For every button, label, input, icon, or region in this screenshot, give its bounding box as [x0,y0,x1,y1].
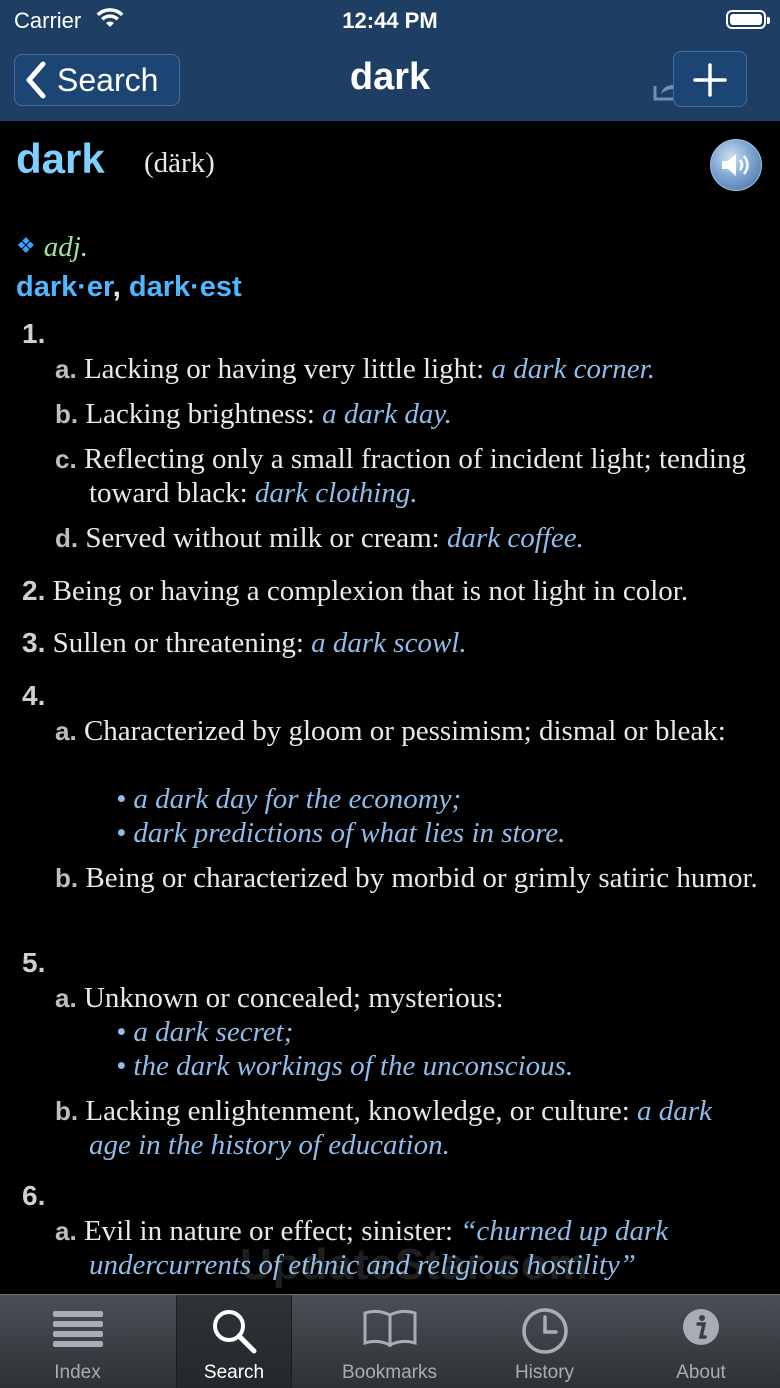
watermark: UpdateStar.com [240,1240,589,1289]
info-icon [683,1309,719,1345]
plus-icon [693,63,727,97]
speaker-icon [722,154,749,176]
example-bullet: • a dark secret; [116,1016,294,1048]
example-bullet: • the dark workings of the unconscious. [116,1050,574,1082]
add-bookmark-button[interactable] [673,51,747,107]
book-icon [363,1309,416,1347]
example-bullet: • dark predictions of what lies in store… [116,817,566,849]
clock: 12:44 PM [342,8,438,33]
sense-5a: a. Unknown or concealed; mysterious: [55,982,504,1014]
sense-3: 3. Sullen or threatening: a dark scowl. [22,627,467,659]
tab-bar: Index Search Bookmarks History About [0,1294,780,1388]
inflection-comparative: dark·er [16,271,113,303]
sense-2: 2. Being or having a complexion that is … [22,575,689,607]
tab-search[interactable]: Search [176,1295,292,1388]
sense-1b: b. Lacking brightness: a dark day. [55,398,452,430]
sense-1d: d. Served without milk or cream: dark co… [55,522,584,554]
sense-number: 6. [22,1180,46,1211]
pos-label: adj. [43,231,89,263]
part-of-speech: ❖ adj. [16,231,88,264]
sense-1c: c. Reflecting only a small fraction of i… [55,443,746,509]
headword: dark [16,135,105,182]
inflections: dark·er, dark·est [16,271,242,304]
sense-1a: a. Lacking or having very little light: … [55,353,655,385]
sense-number: 4. [22,680,46,711]
tab-index[interactable]: Index [0,1295,155,1388]
diamond-icon: ❖ [16,234,36,259]
inflection-separator: , [112,271,121,303]
magnifier-icon [213,1310,257,1354]
sense-5b: b. Lacking enlightenment, knowledge, or … [55,1095,712,1161]
tab-history[interactable]: History [467,1295,622,1388]
status-bar: Carrier 12:44 PM [0,0,780,40]
sense-4b: b. Being or characterized by morbid or g… [55,862,758,894]
sense-number: 1. [22,318,46,349]
definition-content[interactable]: dark (därk) ❖ adj. dark·er, dark·est 1. a… [0,121,780,1294]
sense-number: 5. [22,947,46,978]
tab-bookmarks[interactable]: Bookmarks [312,1295,467,1388]
battery-icon [726,10,770,29]
navigation-bar: Carrier 12:44 PM Search dark [0,0,780,121]
list-icon [52,1311,103,1347]
pronunciation: (därk) [144,147,215,179]
pronounce-button[interactable] [710,139,762,191]
example-bullet: • a dark day for the economy; [116,783,462,815]
clock-icon [521,1308,568,1354]
inflection-superlative: dark·est [128,271,242,303]
tab-about[interactable]: About [622,1295,780,1388]
sense-4a: a. Characterized by gloom or pessimism; … [55,715,726,747]
